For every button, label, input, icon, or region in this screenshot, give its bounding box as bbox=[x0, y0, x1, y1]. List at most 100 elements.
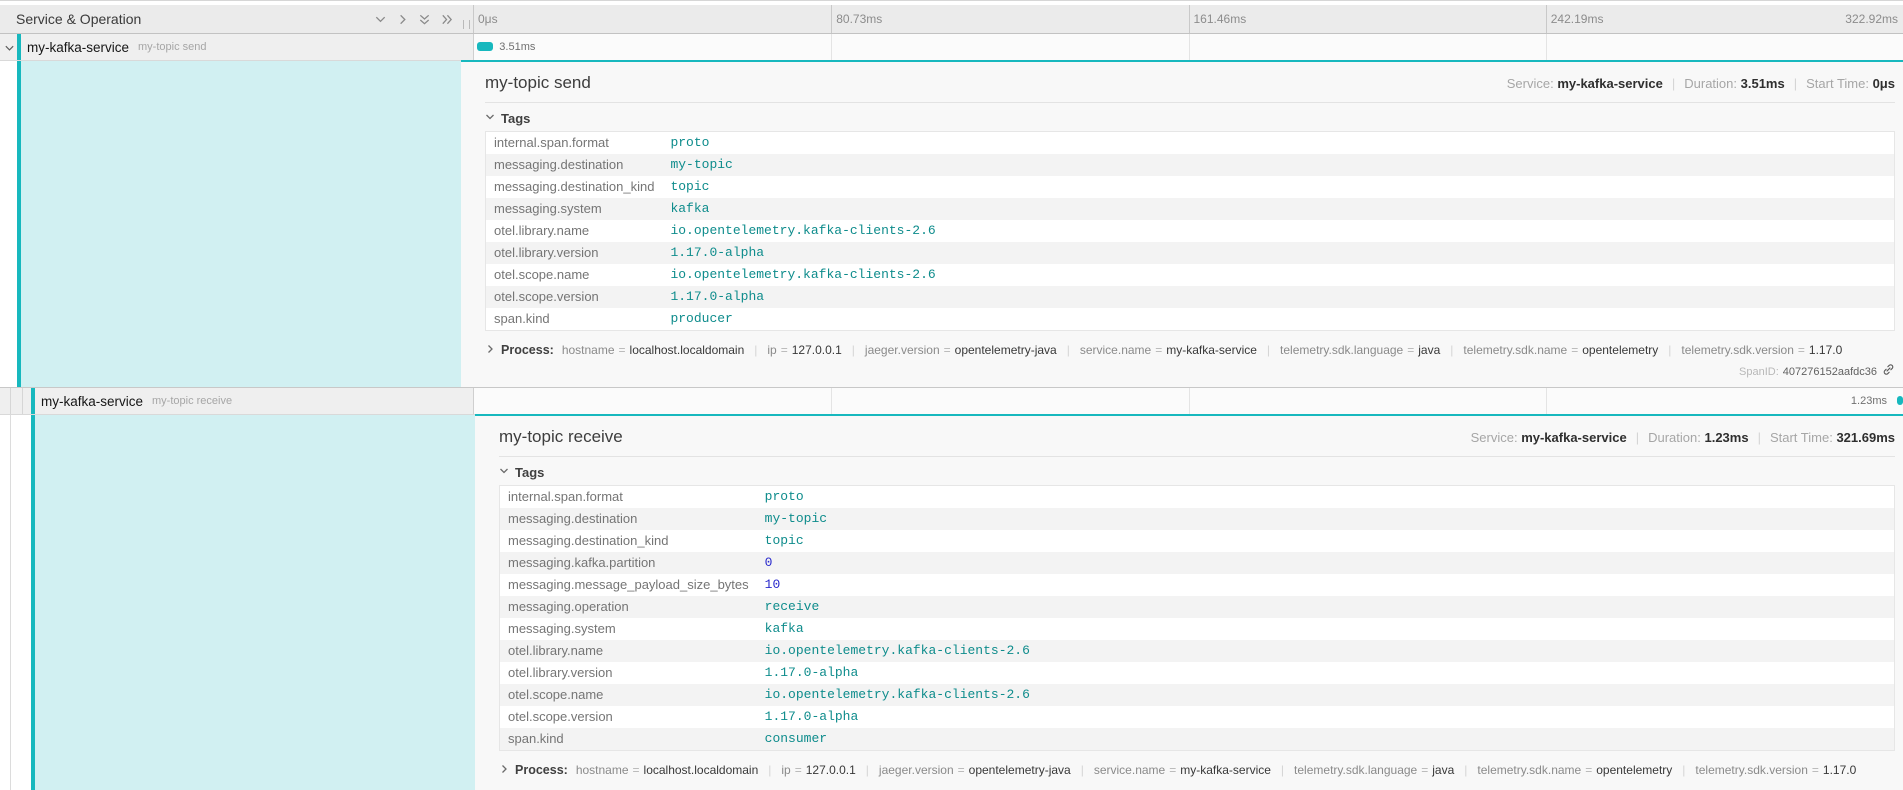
overview-value: 0μs bbox=[1873, 76, 1895, 91]
separator: | bbox=[754, 343, 757, 357]
span-tree-line bbox=[17, 61, 21, 387]
process-label: Process: bbox=[515, 763, 568, 777]
tags-table: internal.span.formatprotomessaging.desti… bbox=[485, 131, 1895, 331]
tag-key: messaging.destination bbox=[486, 154, 663, 176]
service-operation-title: Service & Operation bbox=[16, 11, 374, 27]
equals-sign: = bbox=[1403, 343, 1418, 357]
tag-value: topic bbox=[757, 530, 1895, 552]
process-tag-value: 1.17.0 bbox=[1809, 343, 1842, 357]
equals-sign: = bbox=[1151, 343, 1166, 357]
tag-key: messaging.system bbox=[486, 198, 663, 220]
accordion-chevron-right-icon bbox=[485, 341, 495, 359]
process-summary: hostname=localhost.localdomain|ip=127.0.… bbox=[576, 761, 1856, 779]
process-tag-value: opentelemetry bbox=[1582, 343, 1658, 357]
separator: | bbox=[1682, 763, 1685, 777]
tag-value: receive bbox=[757, 596, 1895, 618]
divider bbox=[499, 456, 1895, 457]
tag-row: messaging.message_payload_size_bytes10 bbox=[500, 574, 1895, 596]
tag-row: otel.scope.version1.17.0-alpha bbox=[486, 286, 1895, 308]
tag-row: messaging.systemkafka bbox=[500, 618, 1895, 640]
process-tag-key: telemetry.sdk.version bbox=[1695, 763, 1807, 777]
tag-key: otel.library.name bbox=[486, 220, 663, 242]
span-color-bar bbox=[17, 34, 21, 60]
tag-row: messaging.operationreceive bbox=[500, 596, 1895, 618]
column-resize-handle[interactable] bbox=[463, 20, 470, 29]
ruler-tick-label: 80.73ms bbox=[836, 12, 882, 26]
chevron-down-icon[interactable] bbox=[374, 13, 387, 26]
equals-sign: = bbox=[1567, 343, 1582, 357]
tag-row: otel.library.nameio.opentelemetry.kafka-… bbox=[500, 640, 1895, 662]
process-tag-key: ip bbox=[781, 763, 790, 777]
tag-value: proto bbox=[662, 132, 1894, 155]
separator: | bbox=[1794, 76, 1797, 91]
span-duration-label: 3.51ms bbox=[499, 41, 535, 53]
overview-value: 3.51ms bbox=[1741, 76, 1785, 91]
equals-sign: = bbox=[1581, 763, 1596, 777]
selection-highlight bbox=[35, 415, 475, 790]
span-overview: Service: my-kafka-service|Duration: 1.23… bbox=[1471, 430, 1895, 445]
process-tag-key: telemetry.sdk.name bbox=[1463, 343, 1567, 357]
tag-key: span.kind bbox=[500, 728, 757, 751]
span-timeline-cell[interactable]: 3.51ms bbox=[473, 34, 1903, 60]
process-tag-value: my-kafka-service bbox=[1180, 763, 1271, 777]
timeline-ruler[interactable]: 0μs80.73ms161.46ms242.19ms322.92ms bbox=[473, 5, 1903, 33]
overview-value: my-kafka-service bbox=[1521, 430, 1627, 445]
separator: | bbox=[1450, 343, 1453, 357]
tag-key: otel.scope.version bbox=[500, 706, 757, 728]
separator: | bbox=[866, 763, 869, 777]
overview-value: 1.23ms bbox=[1704, 430, 1748, 445]
collapse-toggle-chevron-down-icon[interactable] bbox=[4, 41, 15, 59]
equals-sign: = bbox=[954, 763, 969, 777]
equals-sign: = bbox=[1165, 763, 1180, 777]
timeline-gridline bbox=[831, 388, 832, 414]
tag-value: 1.17.0-alpha bbox=[757, 706, 1895, 728]
process-tag-key: telemetry.sdk.language bbox=[1280, 343, 1403, 357]
double-chevron-down-icon[interactable] bbox=[418, 13, 431, 26]
tag-row: span.kindconsumer bbox=[500, 728, 1895, 751]
process-tag-value: opentelemetry-java bbox=[969, 763, 1071, 777]
process-accordion-header[interactable]: Process: hostname=localhost.localdomain|… bbox=[485, 341, 1895, 359]
tag-value: producer bbox=[662, 308, 1894, 331]
timeline-gridline bbox=[831, 34, 832, 60]
process-accordion-header[interactable]: Process: hostname=localhost.localdomain|… bbox=[499, 761, 1895, 779]
process-tag-key: service.name bbox=[1094, 763, 1165, 777]
selection-highlight bbox=[21, 61, 461, 387]
span-timeline-cell[interactable]: 1.23ms bbox=[473, 388, 1903, 414]
span-detail-indent bbox=[0, 60, 461, 387]
span-name-cell[interactable]: my-kafka-service my-topic receive bbox=[0, 388, 473, 414]
tag-key: otel.library.name bbox=[500, 640, 757, 662]
process-tag-key: telemetry.sdk.name bbox=[1477, 763, 1581, 777]
tags-accordion-header[interactable]: Tags bbox=[485, 107, 1895, 129]
timeline-gridline bbox=[1189, 388, 1190, 414]
process-tag-value: 1.17.0 bbox=[1823, 763, 1856, 777]
span-duration-bar[interactable] bbox=[1897, 396, 1903, 405]
separator: | bbox=[1067, 343, 1070, 357]
chevron-right-icon[interactable] bbox=[396, 13, 409, 26]
separator: | bbox=[1081, 763, 1084, 777]
span-name-cell[interactable]: my-kafka-service my-topic send bbox=[0, 34, 473, 60]
tag-row: messaging.destination_kindtopic bbox=[500, 530, 1895, 552]
tags-accordion-title: Tags bbox=[515, 465, 544, 480]
tag-row: internal.span.formatproto bbox=[486, 132, 1895, 155]
tag-row: otel.scope.nameio.opentelemetry.kafka-cl… bbox=[500, 684, 1895, 706]
tag-value: kafka bbox=[757, 618, 1895, 640]
tag-value: kafka bbox=[662, 198, 1894, 220]
tag-value: 0 bbox=[757, 552, 1895, 574]
span-detail-panel: my-topic receive Service: my-kafka-servi… bbox=[475, 414, 1903, 790]
accordion-chevron-down-icon bbox=[499, 463, 509, 481]
process-tag-key: hostname bbox=[576, 763, 629, 777]
equals-sign: = bbox=[1794, 343, 1809, 357]
separator: | bbox=[1281, 763, 1284, 777]
tags-accordion-title: Tags bbox=[501, 111, 530, 126]
process-tag-key: jaeger.version bbox=[879, 763, 954, 777]
tag-row: otel.scope.nameio.opentelemetry.kafka-cl… bbox=[486, 264, 1895, 286]
span-id-label: SpanID: bbox=[1739, 366, 1779, 378]
tag-row: otel.library.version1.17.0-alpha bbox=[500, 662, 1895, 684]
span-duration-bar[interactable] bbox=[477, 42, 493, 51]
tags-accordion-header[interactable]: Tags bbox=[499, 461, 1895, 483]
copy-link-icon[interactable] bbox=[1882, 363, 1895, 381]
overview-value: 321.69ms bbox=[1836, 430, 1895, 445]
double-chevron-right-icon[interactable] bbox=[440, 13, 453, 26]
tag-value: io.opentelemetry.kafka-clients-2.6 bbox=[662, 264, 1894, 286]
tag-row: messaging.destinationmy-topic bbox=[486, 154, 1895, 176]
